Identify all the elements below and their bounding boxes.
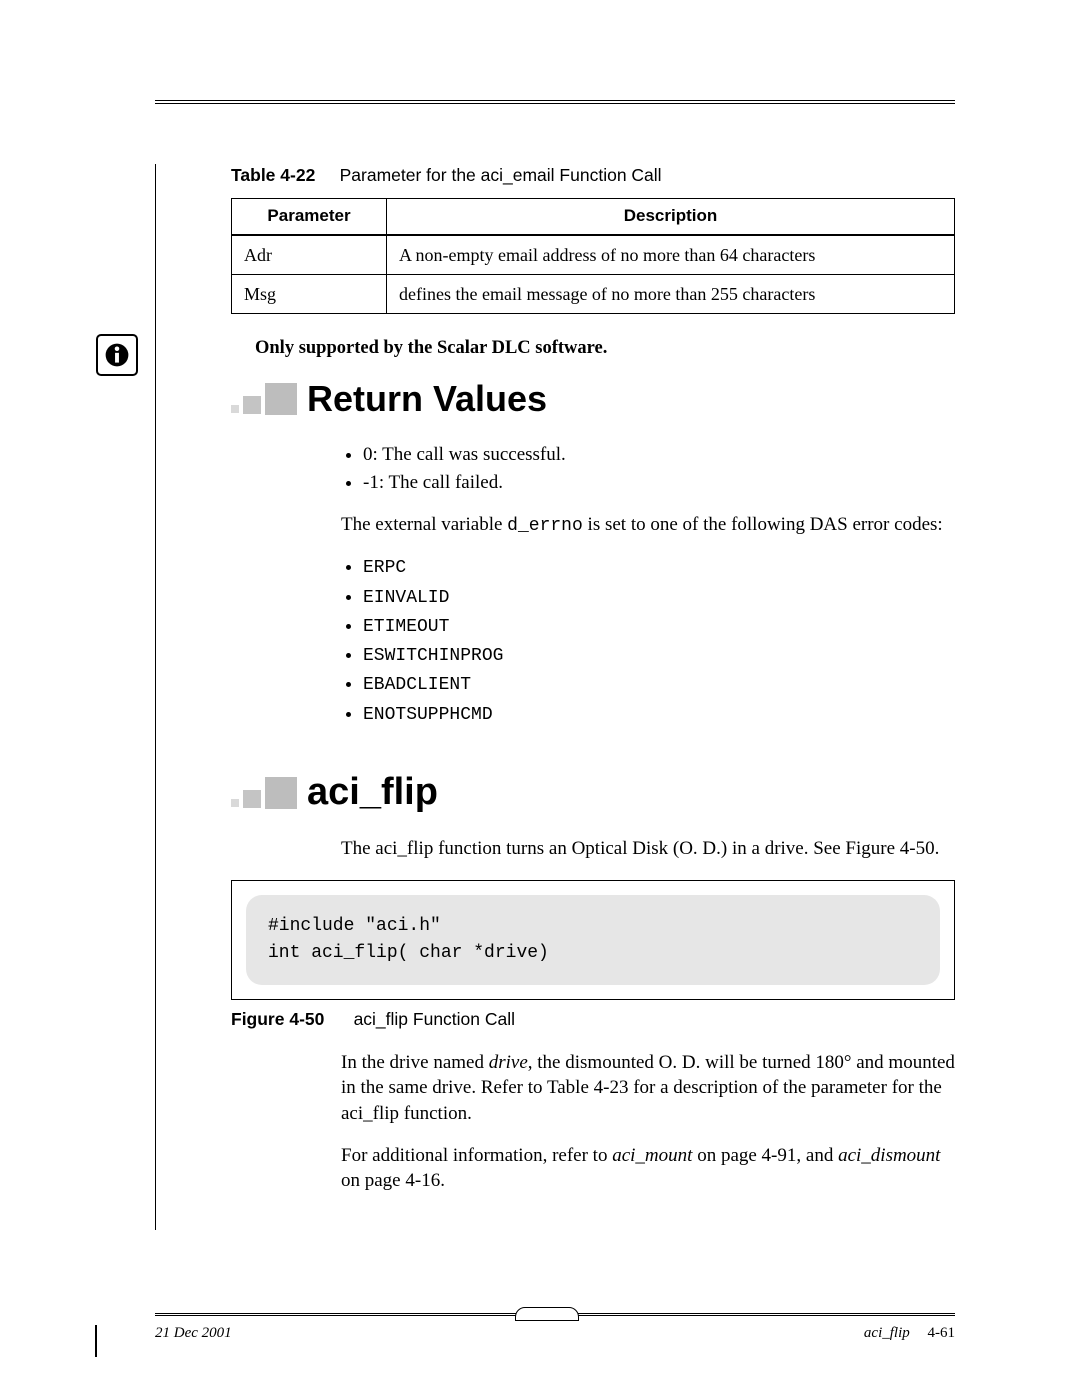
change-bar bbox=[95, 1325, 97, 1357]
cell-param: Msg bbox=[232, 274, 387, 313]
cell-desc: defines the email message of no more tha… bbox=[387, 274, 955, 313]
left-vertical-rule bbox=[155, 164, 231, 1230]
list-item: ENOTSUPPHCMD bbox=[363, 701, 955, 727]
table-label: Table 4-22 bbox=[231, 165, 315, 185]
drive-ital: drive bbox=[489, 1052, 528, 1073]
list-item: ETIMEOUT bbox=[363, 613, 955, 639]
top-double-rule bbox=[155, 100, 955, 104]
page-footer: 21 Dec 2001 aci_flip 4-61 bbox=[155, 1313, 955, 1342]
figure-label: Figure 4-50 bbox=[231, 1009, 324, 1029]
table-row: Adr A non-empty email address of no more… bbox=[232, 235, 955, 275]
code-d_errno: d_errno bbox=[507, 516, 583, 536]
list-item: EBADCLIENT bbox=[363, 671, 955, 697]
th-parameter: Parameter bbox=[232, 198, 387, 234]
cell-param: Adr bbox=[232, 235, 387, 275]
footer-date: 21 Dec 2001 bbox=[155, 1325, 232, 1342]
list-item: 0: The call was successful. bbox=[363, 442, 955, 468]
list-item: ERPC bbox=[363, 554, 955, 580]
heading-return-values: Return Values bbox=[307, 375, 547, 424]
aci-flip-p3: For additional information, refer to aci… bbox=[341, 1143, 955, 1194]
section-return-values: Return Values bbox=[231, 375, 955, 424]
code-block: #include "aci.h" int aci_flip( char *dri… bbox=[246, 895, 940, 985]
footer-section: aci_flip bbox=[864, 1325, 910, 1341]
heading-aci-flip: aci_flip bbox=[307, 767, 438, 818]
parameter-table: Parameter Description Adr A non-empty em… bbox=[231, 198, 955, 315]
table-caption: Table 4-22 Parameter for the aci_email F… bbox=[231, 164, 955, 188]
list-item: ESWITCHINPROG bbox=[363, 642, 955, 668]
figure-caption: Figure 4-50 aci_flip Function Call bbox=[231, 1008, 955, 1032]
table-row: Msg defines the email message of no more… bbox=[232, 274, 955, 313]
heading-marker-icon bbox=[231, 383, 297, 415]
return-values-list: 0: The call was successful. -1: The call… bbox=[341, 442, 955, 496]
section-aci-flip: aci_flip bbox=[231, 767, 955, 818]
heading-marker-icon bbox=[231, 777, 297, 809]
support-note: Only supported by the Scalar DLC softwar… bbox=[255, 336, 955, 361]
cell-desc: A non-empty email address of no more tha… bbox=[387, 235, 955, 275]
footer-tab-icon bbox=[515, 1307, 579, 1321]
error-code-list: ERPC EINVALID ETIMEOUT ESWITCHINPROG EBA… bbox=[341, 554, 955, 727]
aci-flip-intro: The aci_flip function turns an Optical D… bbox=[341, 836, 955, 862]
code-figure-frame: #include "aci.h" int aci_flip( char *dri… bbox=[231, 880, 955, 1000]
info-icon bbox=[96, 334, 138, 376]
aci-flip-p2: In the drive named drive, the dismounted… bbox=[341, 1050, 955, 1127]
errno-paragraph: The external variable d_errno is set to … bbox=[341, 512, 955, 538]
table-caption-text: Parameter for the aci_email Function Cal… bbox=[340, 165, 662, 185]
list-item: -1: The call failed. bbox=[363, 470, 955, 496]
figure-caption-text: aci_flip Function Call bbox=[354, 1009, 515, 1029]
th-description: Description bbox=[387, 198, 955, 234]
footer-page-number: 4-61 bbox=[928, 1325, 956, 1341]
list-item: EINVALID bbox=[363, 584, 955, 610]
